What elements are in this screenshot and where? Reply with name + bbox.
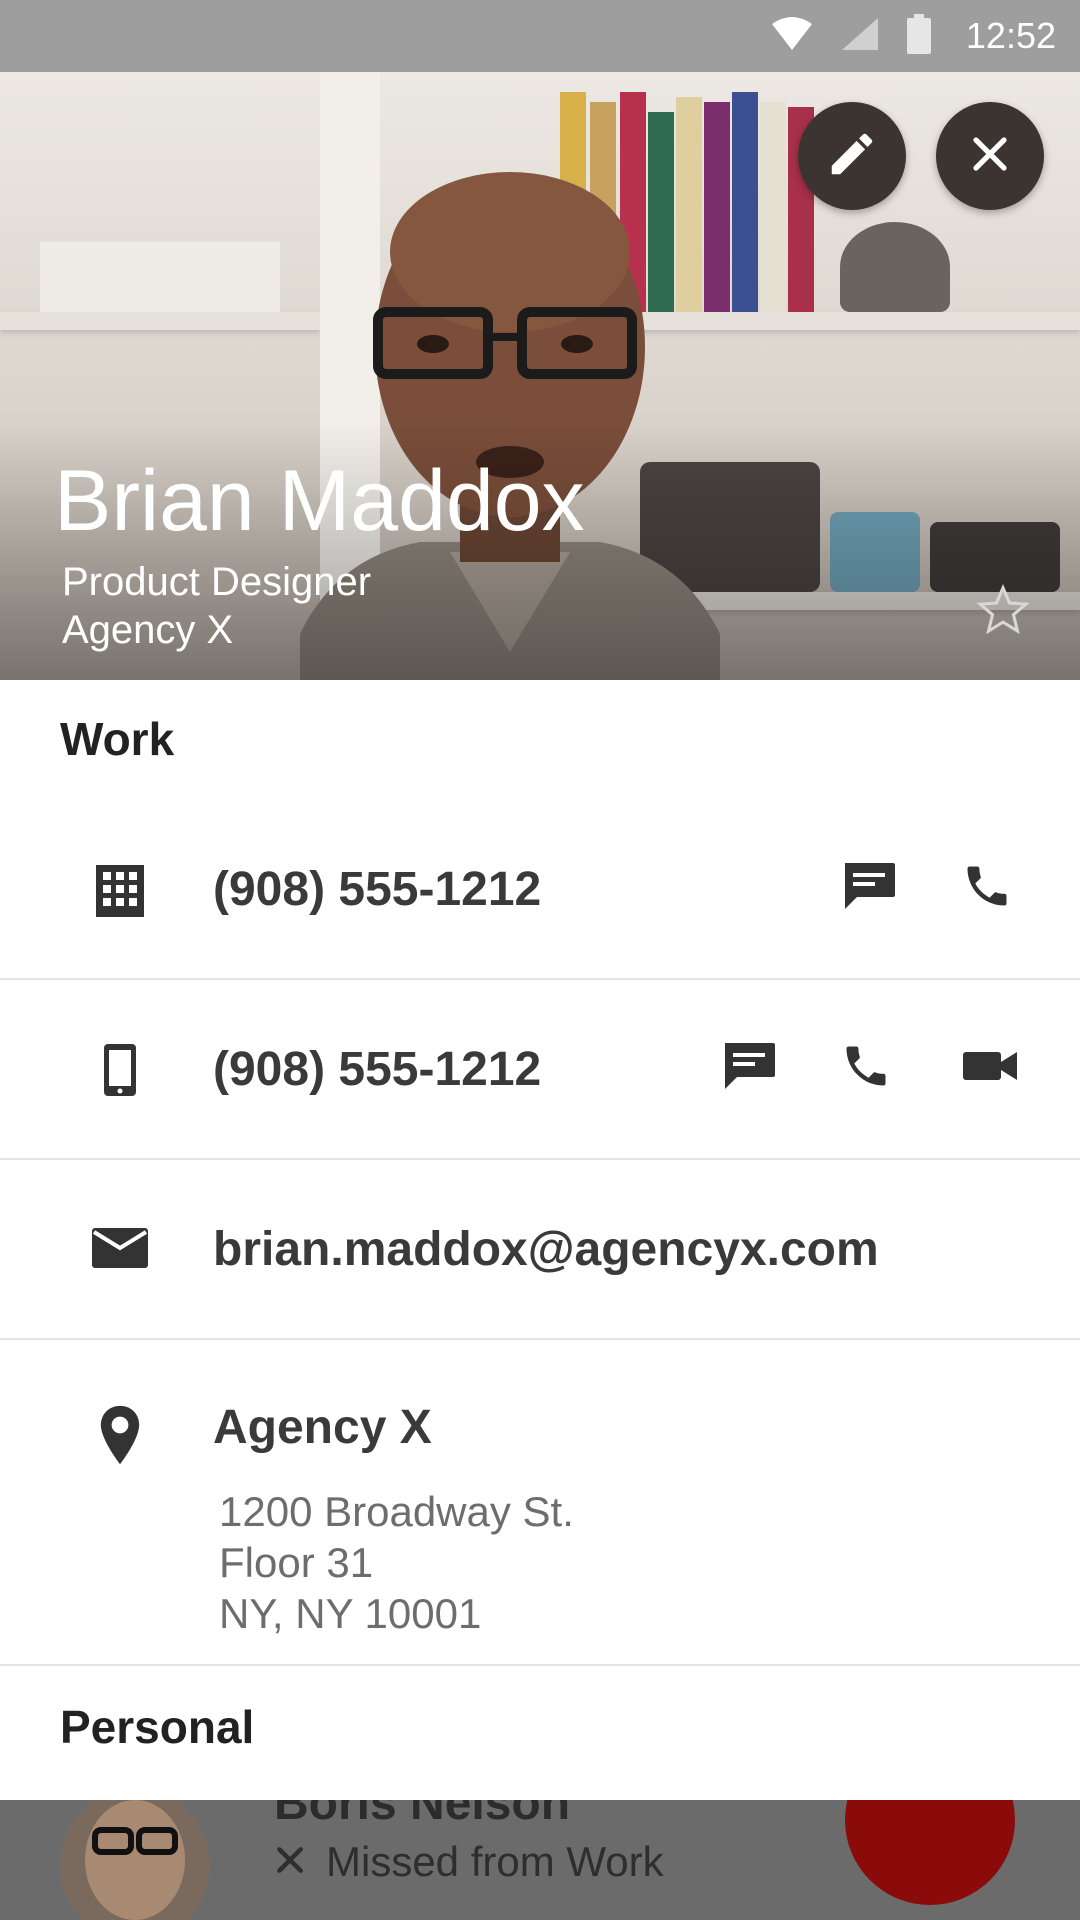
divider	[0, 1338, 1080, 1340]
background-call-list: Boris Nelson Missed from Work	[0, 1800, 1080, 1920]
divider	[0, 1158, 1080, 1160]
close-button[interactable]	[936, 102, 1044, 210]
missed-call-icon	[274, 1838, 306, 1886]
divider	[0, 1664, 1080, 1666]
address-name: Agency X	[213, 1401, 432, 1454]
office-phone-number: (908) 555-1212	[213, 863, 542, 916]
favorite-button[interactable]	[975, 582, 1035, 642]
signal-icon	[840, 16, 880, 57]
mobile-phone-row[interactable]: (908) 555-1212	[0, 1010, 1080, 1130]
office-message-button[interactable]	[833, 852, 905, 924]
contact-title: Product Designer	[62, 560, 372, 604]
address-line-3: NY, NY 10001	[219, 1590, 482, 1637]
email-icon	[92, 1226, 148, 1270]
contact-name: Brian Maddox	[54, 453, 585, 549]
address-row[interactable]: Agency X 1200 Broadway St. Floor 31 NY, …	[0, 1370, 1080, 1660]
battery-icon	[906, 13, 932, 59]
video-icon	[961, 1048, 1019, 1089]
phone-icon	[840, 1040, 892, 1097]
edit-icon	[825, 127, 879, 186]
mobile-phone-number: (908) 555-1212	[213, 1043, 542, 1096]
mobile-call-button[interactable]	[830, 1032, 902, 1104]
contact-photo-header: Brian Maddox Product Designer Agency X	[0, 72, 1080, 680]
contact-company: Agency X	[62, 608, 234, 652]
message-icon	[841, 861, 897, 916]
status-time: 12:52	[965, 15, 1056, 56]
work-section-title: Work	[60, 713, 175, 765]
building-icon	[90, 860, 150, 920]
call-status: Missed from Work	[274, 1838, 664, 1886]
message-icon	[721, 1041, 777, 1096]
wifi-icon	[770, 16, 814, 57]
call-status-label: Missed from Work	[326, 1838, 664, 1885]
address-line-2: Floor 31	[219, 1539, 374, 1586]
office-phone-row[interactable]: (908) 555-1212	[0, 830, 1080, 950]
mobile-message-button[interactable]	[713, 1032, 785, 1104]
office-call-button[interactable]	[951, 852, 1023, 924]
star-icon	[975, 583, 1031, 642]
divider	[0, 978, 1080, 980]
address-line-1: 1200 Broadway St.	[219, 1488, 574, 1535]
status-icons: 12:52	[770, 0, 1056, 72]
email-address: brian.maddox@agencyx.com	[213, 1223, 879, 1276]
mobile-icon	[96, 1040, 144, 1100]
close-icon	[966, 130, 1014, 183]
status-bar: 12:52	[0, 0, 1080, 72]
avatar	[60, 1800, 210, 1920]
video-call-button[interactable]	[954, 1032, 1026, 1104]
phone-icon	[961, 860, 1013, 917]
edit-button[interactable]	[798, 102, 906, 210]
location-icon	[96, 1402, 144, 1468]
personal-section-title: Personal	[60, 1701, 255, 1753]
dial-fab	[845, 1800, 1015, 1905]
caller-name: Boris Nelson	[274, 1800, 571, 1830]
email-row[interactable]: brian.maddox@agencyx.com	[0, 1190, 1080, 1310]
